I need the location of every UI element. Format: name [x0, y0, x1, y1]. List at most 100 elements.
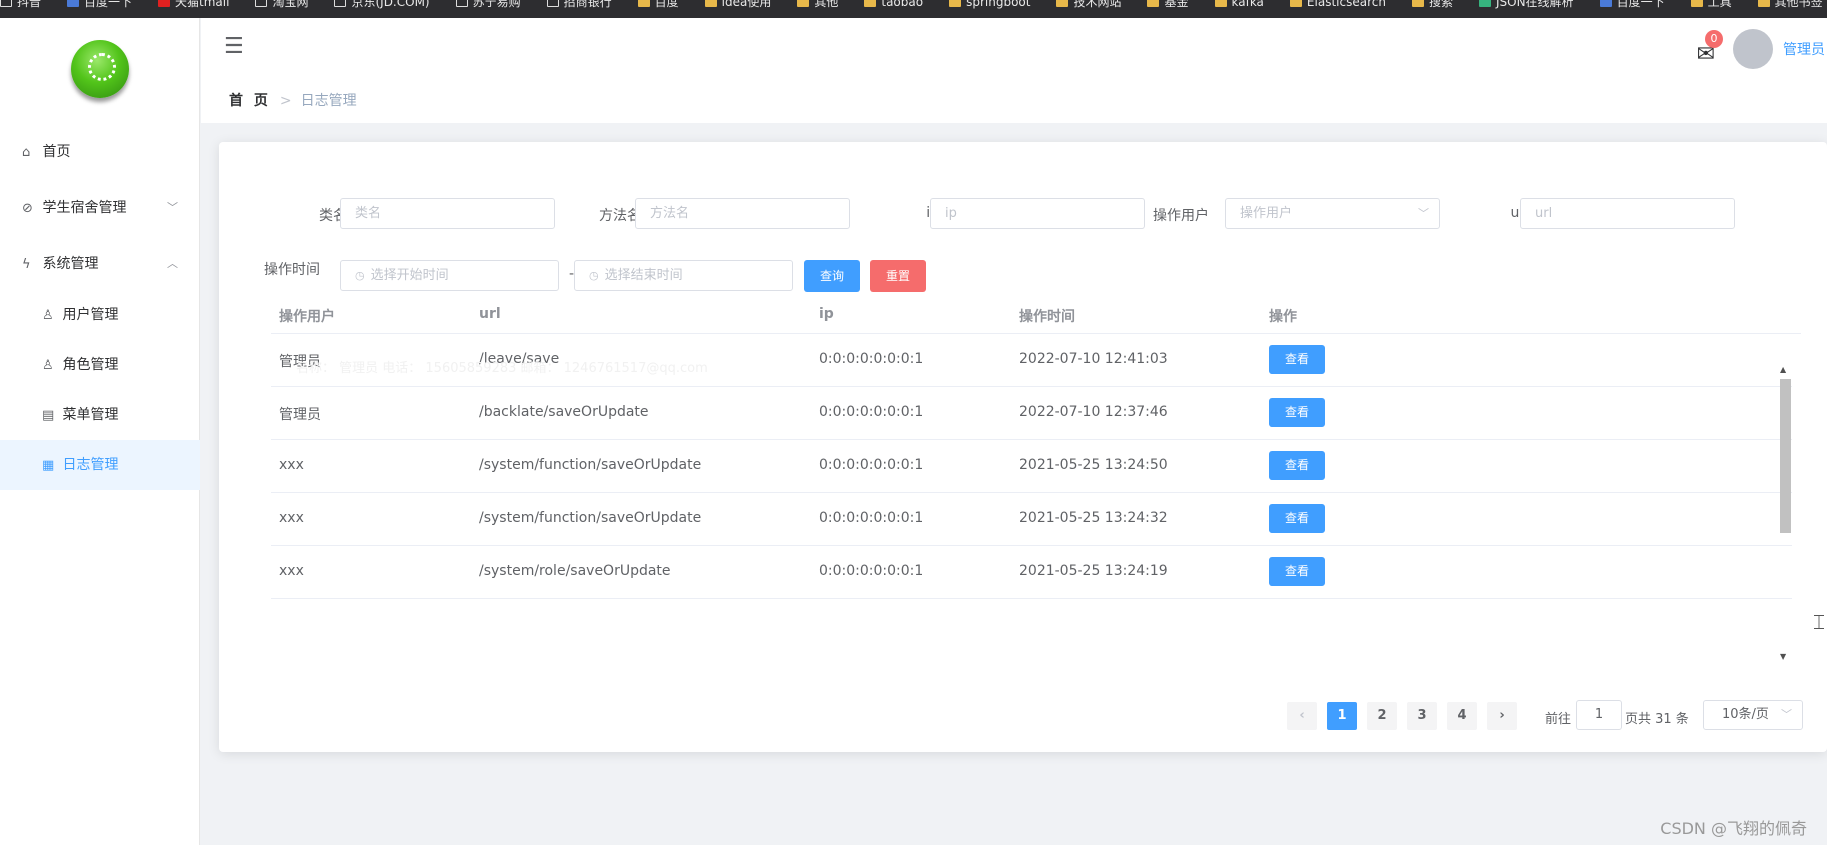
search-button[interactable]: 查询 — [804, 260, 860, 292]
next-page-icon[interactable]: › — [1487, 702, 1517, 730]
scroll-down-icon[interactable]: ▼ — [1780, 652, 1786, 661]
bookmark-item[interactable]: 百度一下 — [67, 0, 132, 8]
breadcrumb: 首 页 > 日志管理 — [229, 90, 357, 110]
cell-ip: 0:0:0:0:0:0:0:1 — [819, 563, 924, 579]
sidebar-item-dorm-management[interactable]: ⊘ 学生宿舍管理 ﹀ — [0, 183, 200, 233]
bookmark-item[interactable]: 淘宝网 — [255, 0, 308, 8]
site-icon — [546, 0, 559, 7]
bookmark-item[interactable]: idea使用 — [704, 0, 771, 8]
page-size-value: 10条/页 — [1722, 707, 1769, 722]
app-logo[interactable] — [71, 40, 129, 98]
folder-icon — [864, 0, 877, 7]
bookmark-item[interactable]: 其他书签 — [1757, 0, 1823, 8]
ip-input[interactable]: ip — [930, 198, 1145, 229]
bookmark-item[interactable]: 搜索 — [1411, 0, 1453, 9]
bookmark-label: 搜索 — [1428, 0, 1453, 9]
view-button[interactable]: 查看 — [1269, 345, 1325, 374]
paperclip-icon: ⊘ — [22, 201, 33, 216]
view-button[interactable]: 查看 — [1269, 557, 1325, 586]
table-scrollbar[interactable]: ▲ ▼ — [1777, 365, 1793, 664]
folder-icon — [797, 0, 810, 7]
sidebar-item-log-management[interactable]: ▦ 日志管理 — [0, 440, 200, 490]
bookmark-item[interactable]: kafka — [1214, 0, 1264, 8]
range-separator: - — [568, 266, 574, 282]
method-name-placeholder: 方法名 — [650, 206, 690, 221]
cell-ip: 0:0:0:0:0:0:0:1 — [819, 457, 924, 473]
sidebar: ⌂ 首页 ⊘ 学生宿舍管理 ﹀ ϟ 系统管理 ︿ ♙ 用户管理 ♙ 角色管理 ▤… — [0, 18, 200, 845]
folder-icon — [1411, 0, 1424, 7]
bookmark-item[interactable]: 天猫tmall — [158, 0, 229, 8]
folder-icon — [1056, 0, 1069, 7]
class-name-input[interactable]: 类名 — [340, 198, 555, 229]
operator-select[interactable]: 操作用户 ﹀ — [1225, 198, 1440, 229]
site-icon — [1599, 0, 1612, 7]
bookmark-item[interactable]: 其他 — [797, 0, 838, 8]
view-button[interactable]: 查看 — [1269, 451, 1325, 480]
bookmark-item[interactable]: 工具 — [1690, 0, 1732, 8]
site-icon — [158, 0, 171, 7]
table-icon: ▦ — [42, 458, 55, 473]
sidebar-item-label: 角色管理 — [62, 357, 119, 373]
site-icon — [0, 0, 12, 7]
menu-toggle-icon[interactable]: ☰ — [224, 34, 244, 59]
start-time-placeholder: 选择开始时间 — [370, 268, 449, 283]
url-placeholder: url — [1535, 206, 1553, 221]
bookmark-item[interactable]: taobao — [864, 0, 923, 8]
folder-icon — [1214, 0, 1227, 7]
start-time-picker[interactable]: ◷ 选择开始时间 — [340, 260, 559, 291]
scrollbar-thumb[interactable] — [1780, 379, 1791, 533]
page-button-1[interactable]: 1 — [1327, 702, 1357, 730]
avatar[interactable] — [1733, 29, 1773, 69]
sidebar-item-system-management[interactable]: ϟ 系统管理 ︿ — [0, 239, 200, 289]
sidebar-item-user-management[interactable]: ♙ 用户管理 — [0, 290, 200, 340]
sidebar-item-label: 用户管理 — [62, 307, 119, 323]
scroll-up-icon[interactable]: ▲ — [1780, 365, 1786, 374]
class-name-placeholder: 类名 — [355, 206, 382, 221]
breadcrumb-home[interactable]: 首 页 — [229, 93, 271, 109]
page-button-4[interactable]: 4 — [1447, 702, 1477, 730]
bookmark-item[interactable]: 抖音 — [0, 0, 41, 8]
bookmark-item[interactable]: 苏宁易购 — [455, 0, 521, 9]
bookmark-item[interactable]: 百度 — [637, 0, 679, 8]
top-header: ☰ 首 页 > 日志管理 ✉ 0 管理员 — [201, 18, 1827, 123]
view-button[interactable]: 查看 — [1269, 504, 1325, 533]
folder-icon — [1757, 0, 1770, 7]
page-size-select[interactable]: 10条/页 ﹀ — [1703, 700, 1803, 730]
url-input[interactable]: url — [1520, 198, 1735, 229]
method-name-input[interactable]: 方法名 — [635, 198, 850, 229]
site-icon — [1478, 0, 1491, 7]
bookmark-item[interactable]: 京东(JD.COM) — [334, 0, 430, 8]
bookmark-item[interactable]: 招商银行 — [546, 0, 612, 8]
method-name-label: 方法名 — [599, 208, 641, 224]
sidebar-item-menu-management[interactable]: ▤ 菜单管理 — [0, 390, 200, 440]
sidebar-item-role-management[interactable]: ♙ 角色管理 — [0, 340, 200, 390]
bookmark-item[interactable]: JSON在线解析 — [1478, 0, 1574, 8]
page-button-2[interactable]: 2 — [1367, 702, 1397, 730]
bookmark-item[interactable]: 基金 — [1147, 0, 1189, 8]
cell-operator: 管理员 — [279, 407, 321, 423]
bookmark-item[interactable]: 百度一下 — [1599, 0, 1665, 9]
reset-button[interactable]: 重置 — [870, 260, 926, 292]
view-button[interactable]: 查看 — [1269, 398, 1325, 427]
cell-time: 2022-07-10 12:41:03 — [1019, 351, 1168, 367]
user-icon: ♙ — [42, 308, 54, 323]
bookmark-item[interactable]: Elasticsearch — [1289, 0, 1386, 8]
page-button-3[interactable]: 3 — [1407, 702, 1437, 730]
end-time-picker[interactable]: ◷ 选择结束时间 — [574, 260, 793, 291]
goto-page-input[interactable]: 1 — [1576, 700, 1622, 730]
sidebar-item-label: 系统管理 — [42, 256, 99, 272]
sidebar-item-home[interactable]: ⌂ 首页 — [0, 127, 200, 177]
bookmark-label: 苏宁易购 — [472, 0, 521, 9]
column-header-ip: ip — [819, 306, 834, 322]
prev-page-icon[interactable]: ‹ — [1287, 702, 1317, 730]
table-row: xxx/system/role/saveOrUpdate 0:0:0:0:0:0:… — [271, 546, 1792, 599]
sidebar-item-label: 日志管理 — [62, 457, 119, 473]
bookmark-item[interactable]: 技术网站 — [1056, 0, 1121, 8]
cell-time: 2021-05-25 13:24:50 — [1019, 457, 1168, 473]
bookmark-label: 百度一下 — [1616, 0, 1665, 9]
lightning-icon: ϟ — [22, 257, 31, 272]
folder-icon — [949, 0, 962, 7]
operation-time-label: 操作时间 — [264, 262, 320, 278]
bookmark-item[interactable]: springboot — [949, 0, 1030, 8]
user-name[interactable]: 管理员 — [1783, 39, 1825, 59]
